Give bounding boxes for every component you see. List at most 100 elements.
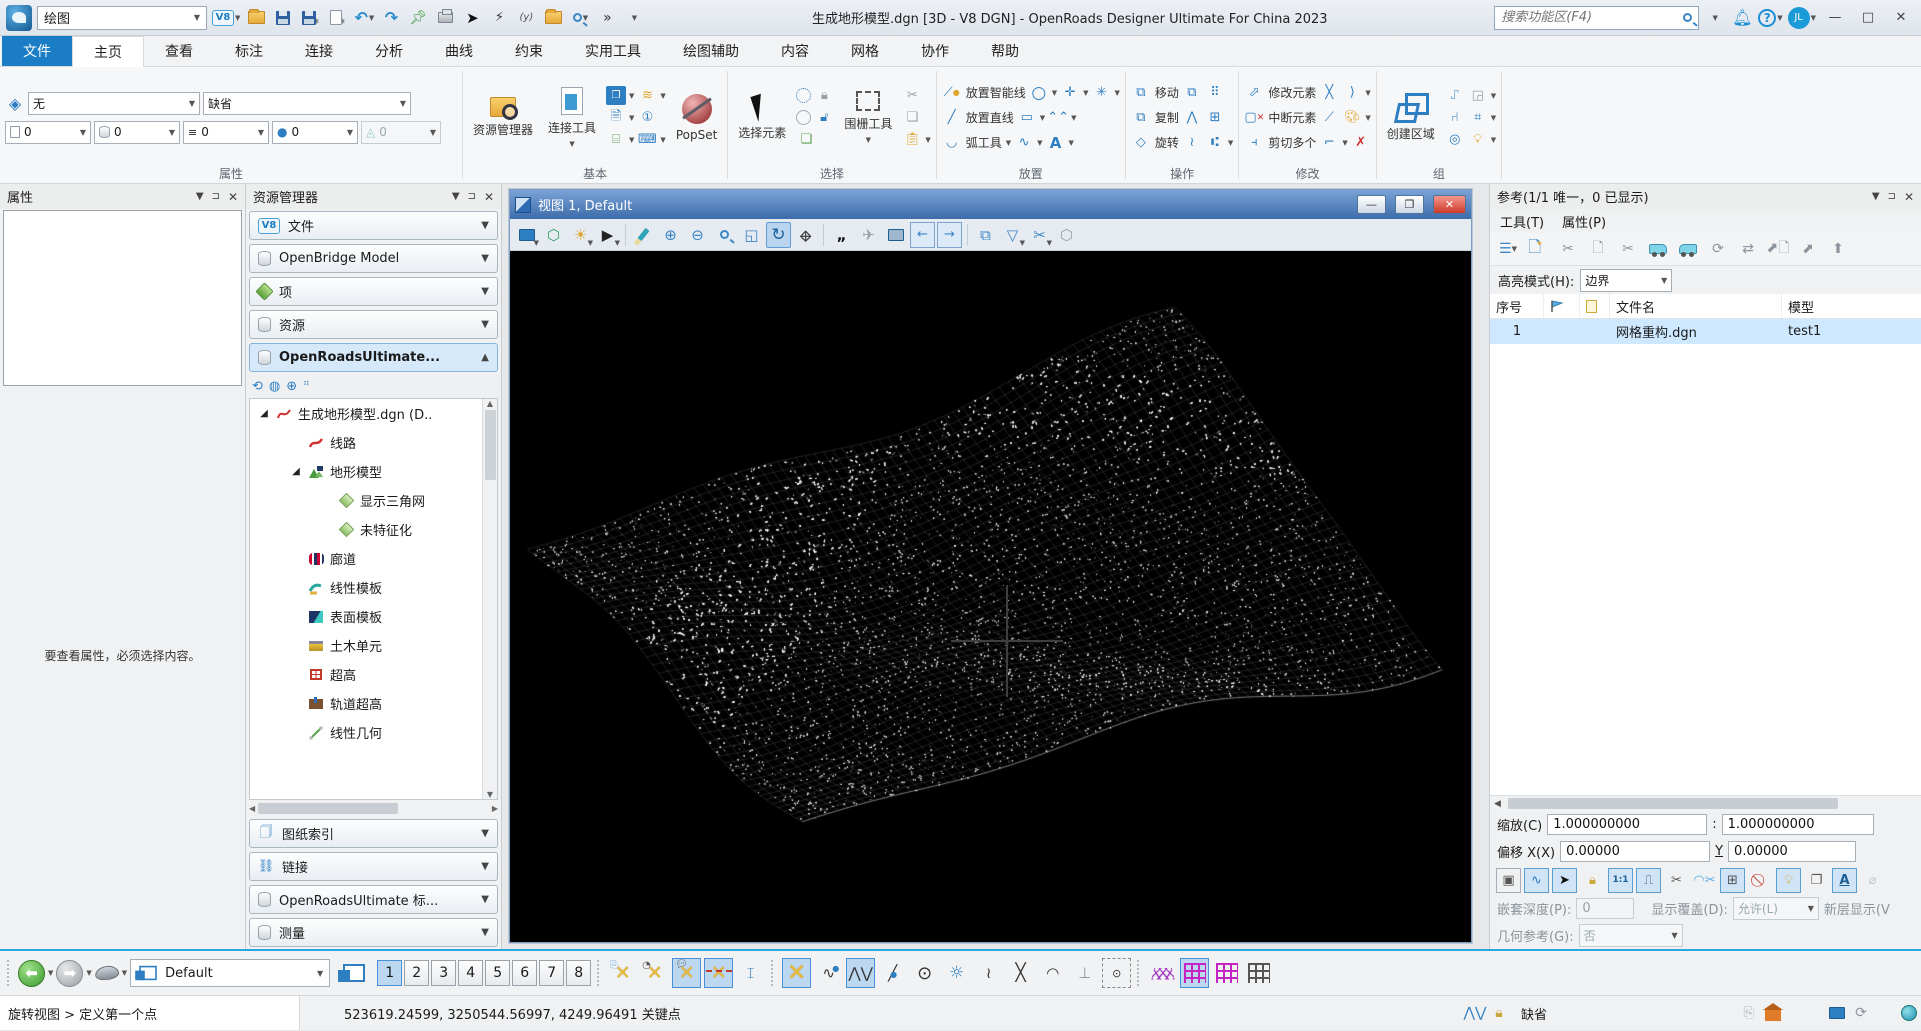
panel-menu-icon[interactable]: ▼ [1872, 191, 1880, 202]
boundary-icon[interactable] [93, 964, 120, 982]
save-button[interactable] [272, 6, 294, 30]
view-toggle-6[interactable]: 6 [512, 960, 538, 986]
move-reference-icon[interactable] [1646, 237, 1670, 261]
display-status-icon[interactable] [1825, 1007, 1849, 1019]
sheet-icon[interactable]: 🗎 [606, 108, 626, 127]
zoom-in-icon[interactable]: ⊕ [658, 222, 683, 248]
workset-icon[interactable] [1761, 1003, 1785, 1021]
accudraw-toggle[interactable]: ✕ ⎘ [608, 958, 637, 988]
tree-horizontal-scrollbar[interactable]: ◀ ▶ [249, 801, 498, 816]
view-group-combo[interactable]: Default ▼ [130, 959, 331, 987]
column-number[interactable]: 序号 [1490, 294, 1544, 318]
modify-arc-icon[interactable]: ⟩ [1342, 83, 1362, 102]
snap-bisector[interactable]: ≀ [974, 958, 1003, 988]
array2-icon[interactable]: ⑆ [1205, 133, 1225, 152]
snap-toggle[interactable]: ∿ [1524, 867, 1549, 893]
toolbar-grip[interactable] [771, 960, 776, 986]
expand-icon[interactable]: ◢ [258, 408, 270, 419]
explorer-section-items[interactable]: 项 ▼ [249, 277, 498, 306]
globe-icon[interactable]: ◍ [269, 379, 280, 394]
refresh-status-icon[interactable]: ⟳ [1849, 1005, 1873, 1021]
arc-tools-button[interactable]: ◡ 弧工具 ▼ [942, 133, 1011, 152]
previous-view-group-button[interactable]: ⬅ [18, 959, 45, 987]
snap-mode-icon[interactable]: ⋀⋁ [1463, 1005, 1487, 1021]
cut-icon[interactable]: ✂ [1556, 237, 1580, 261]
keyboard-icon[interactable]: ⌨ [637, 130, 657, 149]
tree-item-superelevation[interactable]: 超高 [250, 660, 497, 689]
scrollbar-thumb[interactable] [258, 803, 399, 814]
explorer-section-openroads-standards[interactable]: OpenRoadsUltimate 标... ▼ [249, 885, 498, 914]
qat-overflow-button[interactable]: » [596, 6, 618, 30]
extend-icon[interactable]: ⟋ [1319, 108, 1339, 127]
color-combo[interactable]: 0 ▼ [94, 120, 180, 144]
accusnap-hint-toggle[interactable]: ✕ [704, 958, 734, 988]
copy-icon[interactable]: ❏ [902, 108, 922, 127]
move-parallel-icon[interactable]: ⧉ [1182, 83, 1202, 102]
toolbar-grip[interactable] [1137, 960, 1142, 986]
tree-item-linear-template[interactable]: 线性模板 [250, 573, 497, 602]
menu-properties[interactable]: 属性(P) [1562, 212, 1606, 231]
place-point-icon[interactable]: ✛ [1060, 83, 1080, 102]
view-toggle-4[interactable]: 4 [458, 960, 484, 986]
hatch-icon[interactable]: ⌗ [1468, 108, 1488, 127]
panel-menu-icon[interactable]: ▼ [452, 191, 460, 202]
walk-icon[interactable]: „ [829, 222, 854, 248]
redo-button[interactable]: ↷ [380, 6, 402, 30]
view-toggle-3[interactable]: 3 [431, 960, 457, 986]
paste-icon[interactable]: 📋︎ [902, 130, 922, 149]
tab-analyze[interactable]: 分析 [354, 36, 424, 66]
column-model[interactable]: 模型 [1782, 294, 1921, 318]
scrollbar-thumb[interactable] [484, 410, 496, 480]
scrollbar-thumb[interactable] [1507, 798, 1838, 809]
view-next-icon[interactable]: → [937, 221, 962, 248]
move-button[interactable]: ⧉ 移动 [1131, 83, 1179, 102]
window-area-icon[interactable] [712, 222, 737, 248]
explorer-section-openbridge[interactable]: OpenBridge Model ▼ [249, 244, 498, 273]
annotation-toggle[interactable]: A [1832, 867, 1857, 893]
tab-annotate[interactable]: 标注 [214, 36, 284, 66]
snap-tangent[interactable]: ◠ [1038, 958, 1067, 988]
place-multi-icon[interactable]: ✳ [1092, 83, 1112, 102]
delete-icon[interactable]: ✗ [1351, 133, 1371, 152]
explorer-section-links[interactable]: ⛓ 链接 ▼ [249, 852, 498, 881]
array-icon[interactable]: ⠿ [1205, 83, 1225, 102]
panel-menu-icon[interactable]: ▼ [196, 191, 204, 202]
spline-icon[interactable]: ∿ [1014, 133, 1034, 152]
detach-reference-icon[interactable]: ⬆ [1826, 237, 1850, 261]
hole-icon[interactable]: ◎ [1445, 130, 1465, 149]
clipboard-status-icon[interactable]: ⎘ [1737, 1005, 1761, 1021]
menu-tools[interactable]: 工具(T) [1500, 212, 1544, 231]
tab-file[interactable]: 文件 [2, 36, 72, 66]
display-override-combo[interactable]: 允许(L) ▼ [1732, 897, 1819, 920]
lineweight-combo[interactable]: ● 0 ▼ [272, 120, 358, 144]
standards-icon[interactable]: ⌸ [606, 130, 626, 149]
stretch-icon[interactable]: ≀ [1182, 133, 1202, 152]
move-reference-back-icon[interactable] [1676, 237, 1700, 261]
find-button[interactable]: ▼ [569, 6, 591, 30]
mirror-icon[interactable]: ⋀ [1182, 108, 1202, 127]
selection-scope-toggle[interactable]: 𝙸 [736, 958, 765, 988]
pin-button[interactable]: 📌︎ [407, 6, 429, 30]
tree-item-triangles[interactable]: 显示三角网 [250, 486, 497, 515]
column-filename[interactable]: 文件名 [1610, 294, 1782, 318]
place-block-icon[interactable]: ▭ [1017, 108, 1037, 127]
open-reference-icon[interactable]: ⬈🗋 [1766, 237, 1790, 261]
tree-item-cant[interactable]: 轨道超高 [250, 689, 497, 718]
copy-button[interactable]: ⧉ 复制 [1131, 108, 1179, 127]
tab-collaborate[interactable]: 协作 [900, 36, 970, 66]
rotate-view-icon[interactable]: ↻ [766, 221, 791, 248]
brightness-icon[interactable]: ☀ ▼ [568, 222, 593, 248]
grid-lock-icon[interactable] [1180, 958, 1210, 988]
select-none-icon[interactable] [796, 110, 812, 125]
save-settings-button[interactable] [299, 6, 321, 30]
column-file-icon[interactable] [1580, 294, 1610, 318]
align-icon[interactable]: ⊞ [1205, 108, 1225, 127]
next-view-group-button[interactable]: ➡ [56, 959, 84, 987]
help-button[interactable]: ? ▼ [1758, 6, 1783, 30]
toggle-accusnap[interactable]: ✕ [782, 958, 812, 988]
element-selection-tool[interactable]: 选择元素 [733, 92, 791, 143]
offset-x-input[interactable] [1560, 841, 1711, 862]
tree-item-alignments[interactable]: 线路 [250, 428, 497, 457]
text-icon[interactable]: A [1046, 133, 1066, 152]
snap-center[interactable]: ⊙ [910, 958, 939, 988]
